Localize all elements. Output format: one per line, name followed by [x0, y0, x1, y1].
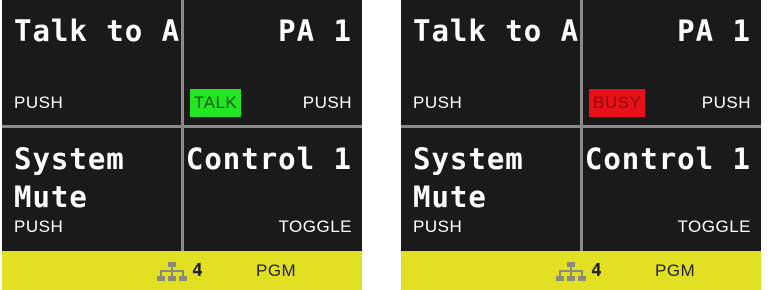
key-title: System Mute [413, 142, 524, 214]
key-panel-display-busy: Talk to All PUSH PA 1 BUSY PUSH System M… [401, 0, 761, 290]
network-icon [556, 262, 586, 281]
key-talk-to-all[interactable]: Talk to All PUSH [401, 0, 580, 125]
status-bar: 4 PGM [401, 251, 761, 290]
key-title: PA 1 [278, 14, 352, 48]
network-icon [157, 262, 187, 281]
key-action-label: PUSH [14, 93, 64, 112]
key-title: Control 1 [185, 142, 352, 176]
key-control-1[interactable]: Control 1 TOGGLE [184, 128, 362, 251]
key-title: Talk to All [413, 14, 580, 48]
mode-label: PGM [655, 261, 696, 280]
talk-status-badge: TALK [190, 89, 242, 117]
key-action-label: PUSH [413, 217, 463, 236]
key-action-label: TOGGLE [278, 217, 352, 236]
key-action-label: PUSH [302, 93, 352, 112]
key-pa-1[interactable]: PA 1 BUSY PUSH [583, 0, 761, 125]
key-pa-1[interactable]: PA 1 TALK PUSH [184, 0, 362, 125]
key-action-label: PUSH [413, 93, 463, 112]
key-title: System Mute [14, 142, 125, 214]
status-bar: 4 PGM [2, 251, 362, 290]
channel-number: 4 [192, 260, 203, 281]
key-action-label: TOGGLE [677, 217, 751, 236]
mode-label: PGM [256, 261, 297, 280]
key-system-mute[interactable]: System Mute PUSH [401, 128, 580, 251]
busy-status-badge: BUSY [589, 89, 646, 117]
key-system-mute[interactable]: System Mute PUSH [2, 128, 181, 251]
key-title: Talk to All [14, 14, 181, 48]
key-action-label: PUSH [14, 217, 64, 236]
key-control-1[interactable]: Control 1 TOGGLE [583, 128, 761, 251]
channel-number: 4 [591, 260, 602, 281]
key-talk-to-all[interactable]: Talk to All PUSH [2, 0, 181, 125]
key-title: Control 1 [584, 142, 751, 176]
key-panel-display-talk: Talk to All PUSH PA 1 TALK PUSH System M… [2, 0, 362, 290]
key-title: PA 1 [677, 14, 751, 48]
key-action-label: PUSH [701, 93, 751, 112]
